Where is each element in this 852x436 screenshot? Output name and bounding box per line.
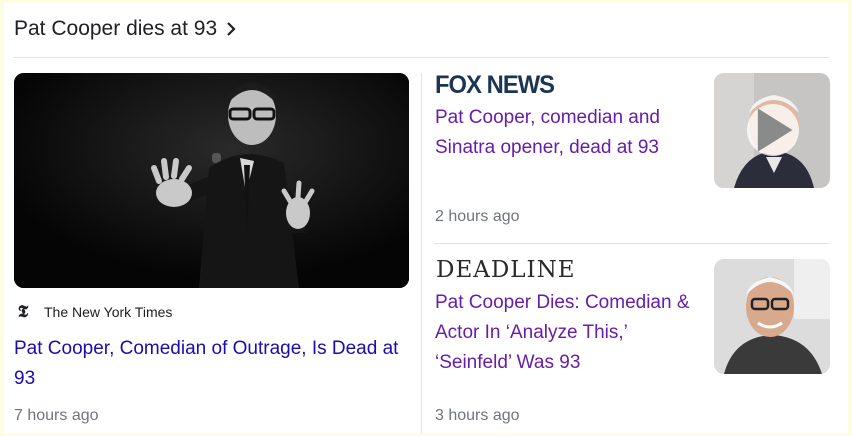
story-1-image[interactable] [14,73,409,288]
story-1-time: 7 hours ago [14,407,99,424]
story-2-thumbnail[interactable] [714,73,830,188]
story-1-source-name: The New York Times [44,304,173,320]
story-3-title-link[interactable]: Pat Cooper Dies: Comedian & Actor In ‘An… [435,288,695,378]
header-title[interactable]: Pat Cooper dies at 93 [14,17,217,41]
story-3-thumbnail[interactable] [714,259,830,374]
story-3-time: 3 hours ago [435,407,520,424]
top-stories-header[interactable]: Pat Cooper dies at 93 [14,13,239,45]
story-2-time: 2 hours ago [435,208,520,225]
chevron-right-icon[interactable] [225,19,239,39]
header-divider [14,57,829,58]
deadline-logo: DEADLINE [436,257,576,283]
fox-news-logo: FOX NEWS [435,71,555,99]
story-1-source: 𝕿 The New York Times [14,302,173,322]
top-stories-card: Pat Cooper dies at 93 𝕿 The New York Tim… [4,3,848,433]
story-1-title-link[interactable]: Pat Cooper, Comedian of Outrage, Is Dead… [14,334,414,394]
story-divider [434,243,829,244]
nyt-logo-icon: 𝕿 [17,302,29,322]
story-2-title-link[interactable]: Pat Cooper, comedian and Sinatra opener,… [435,103,695,163]
play-icon[interactable] [747,104,799,156]
column-divider [421,73,422,433]
